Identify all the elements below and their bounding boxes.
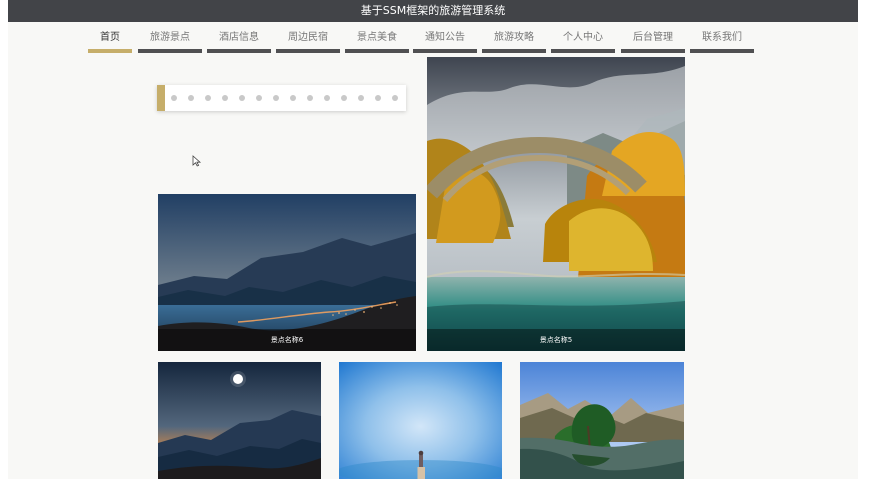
banner-dot[interactable]	[358, 95, 364, 101]
nav-home[interactable]: 首页	[88, 28, 132, 53]
banner-dot[interactable]	[324, 95, 330, 101]
mountain-night-image	[158, 362, 321, 479]
banner-dot[interactable]	[392, 95, 398, 101]
nav-attractions[interactable]: 旅游景点	[138, 28, 202, 53]
site-title: 基于SSM框架的旅游管理系统	[360, 4, 506, 17]
screenshot-frame: 基于SSM框架的旅游管理系统 首页 旅游景点 酒店信息 周边民宿 景点美食 通知…	[0, 0, 880, 481]
nav-label: 酒店信息	[219, 32, 259, 43]
nav-label: 周边民宿	[288, 32, 328, 43]
nav-food[interactable]: 景点美食	[345, 28, 409, 53]
nav-hotels[interactable]: 酒店信息	[207, 28, 271, 53]
lake-mountain-trees-image	[520, 362, 684, 479]
nav-homestays[interactable]: 周边民宿	[276, 28, 340, 53]
banner-dot[interactable]	[375, 95, 381, 101]
scenic-card-large[interactable]: 景点名称5	[427, 57, 685, 351]
banner-dot[interactable]	[341, 95, 347, 101]
nav-label: 旅游景点	[150, 32, 190, 43]
banner-dot[interactable]	[290, 95, 296, 101]
banner-dot[interactable]	[205, 95, 211, 101]
nav-guides[interactable]: 旅游攻略	[482, 28, 546, 53]
banner-dot[interactable]	[239, 95, 245, 101]
nav-label: 通知公告	[425, 32, 465, 43]
banner-dot[interactable]	[171, 95, 177, 101]
nav-label: 景点美食	[357, 32, 397, 43]
scenic-card-small[interactable]	[520, 362, 684, 479]
nav-contact[interactable]: 联系我们	[690, 28, 754, 53]
banner-dot[interactable]	[222, 95, 228, 101]
scenic-card-small[interactable]	[158, 362, 321, 479]
mountain-sunset-image	[158, 194, 416, 351]
banner-dot[interactable]	[188, 95, 194, 101]
nav-label: 个人中心	[563, 32, 603, 43]
banner-pagination	[157, 85, 406, 111]
scenic-card-small[interactable]	[339, 362, 502, 479]
nav-label: 后台管理	[633, 32, 673, 43]
banner-dot[interactable]	[273, 95, 279, 101]
nav-label: 首页	[100, 32, 120, 43]
blue-sky-person-image	[339, 362, 502, 479]
banner-dot[interactable]	[256, 95, 262, 101]
page: 基于SSM框架的旅游管理系统 首页 旅游景点 酒店信息 周边民宿 景点美食 通知…	[8, 0, 858, 479]
main-nav: 首页 旅游景点 酒店信息 周边民宿 景点美食 通知公告 旅游攻略 个人中心 后台…	[8, 28, 858, 53]
nav-admin[interactable]: 后台管理	[621, 28, 685, 53]
nav-label: 旅游攻略	[494, 32, 534, 43]
scenic-card-large[interactable]: 景点名称6	[158, 194, 416, 351]
card-caption: 景点名称6	[158, 329, 416, 351]
nav-profile[interactable]: 个人中心	[551, 28, 615, 53]
banner-active-indicator	[157, 85, 165, 111]
card-caption: 景点名称5	[427, 329, 685, 351]
nav-label: 联系我们	[702, 32, 742, 43]
site-header: 基于SSM框架的旅游管理系统	[8, 0, 858, 22]
banner-dot[interactable]	[307, 95, 313, 101]
mouse-cursor-icon	[192, 155, 202, 167]
stone-bridge-autumn-image	[427, 57, 685, 351]
nav-notices[interactable]: 通知公告	[413, 28, 477, 53]
